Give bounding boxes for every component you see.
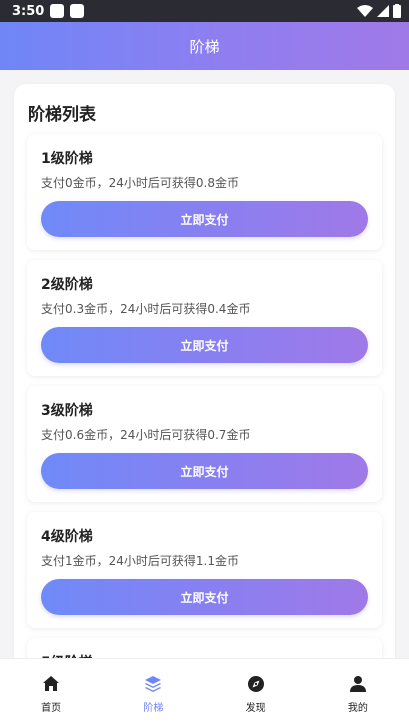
nav-item-home[interactable]: 首页 [0, 659, 102, 728]
nav-item-discover[interactable]: 发现 [205, 659, 307, 728]
pay-now-button[interactable]: 立即支付 [41, 327, 368, 363]
notification-icon [70, 4, 85, 18]
ladder-panel: 阶梯列表 1级阶梯 支付0金币，24小时后可获得0.8金币 立即支付 2级阶梯 … [14, 84, 395, 674]
bottom-nav: 首页 阶梯 发现 我的 [0, 658, 409, 728]
ladder-card: 2级阶梯 支付0.3金币，24小时后可获得0.4金币 立即支付 [27, 260, 382, 376]
panel-title: 阶梯列表 [28, 105, 96, 125]
nav-item-profile[interactable]: 我的 [307, 659, 409, 728]
signal-icon [377, 5, 389, 17]
pay-now-button[interactable]: 立即支付 [41, 453, 368, 489]
ladder-description: 支付0.3金币，24小时后可获得0.4金币 [41, 302, 251, 316]
notification-icon [50, 4, 65, 18]
pay-now-button[interactable]: 立即支付 [41, 201, 368, 237]
nav-label: 我的 [347, 703, 368, 714]
battery-icon [393, 4, 401, 18]
ladder-description: 支付0金币，24小时后可获得0.8金币 [41, 176, 239, 190]
ladder-title: 1级阶梯 [41, 151, 93, 167]
nav-label: 发现 [245, 703, 266, 714]
ladder-description: 支付0.6金币，24小时后可获得0.7金币 [41, 428, 251, 442]
status-bar: 3:50 [0, 0, 409, 22]
user-icon [349, 676, 366, 692]
ladder-card: 1级阶梯 支付0金币，24小时后可获得0.8金币 立即支付 [27, 134, 382, 250]
nav-item-ladder[interactable]: 阶梯 [102, 659, 204, 728]
page-title: 阶梯 [189, 37, 220, 56]
nav-label: 阶梯 [143, 703, 164, 714]
nav-label: 首页 [41, 703, 62, 714]
ladder-card: 4级阶梯 支付1金币，24小时后可获得1.1金币 立即支付 [27, 512, 382, 628]
wifi-icon [357, 5, 373, 17]
home-icon [43, 676, 60, 691]
compass-icon [247, 676, 264, 692]
ladder-card: 3级阶梯 支付0.6金币，24小时后可获得0.7金币 立即支付 [27, 386, 382, 502]
app-header: 阶梯 [0, 22, 409, 70]
status-time: 3:50 [12, 3, 45, 19]
pay-now-button[interactable]: 立即支付 [41, 579, 368, 615]
ladder-description: 支付1金币，24小时后可获得1.1金币 [41, 554, 239, 568]
ladder-title: 3级阶梯 [41, 403, 93, 419]
ladder-title: 4级阶梯 [41, 529, 93, 545]
ladder-title: 2级阶梯 [41, 277, 93, 293]
layers-icon [145, 676, 162, 692]
